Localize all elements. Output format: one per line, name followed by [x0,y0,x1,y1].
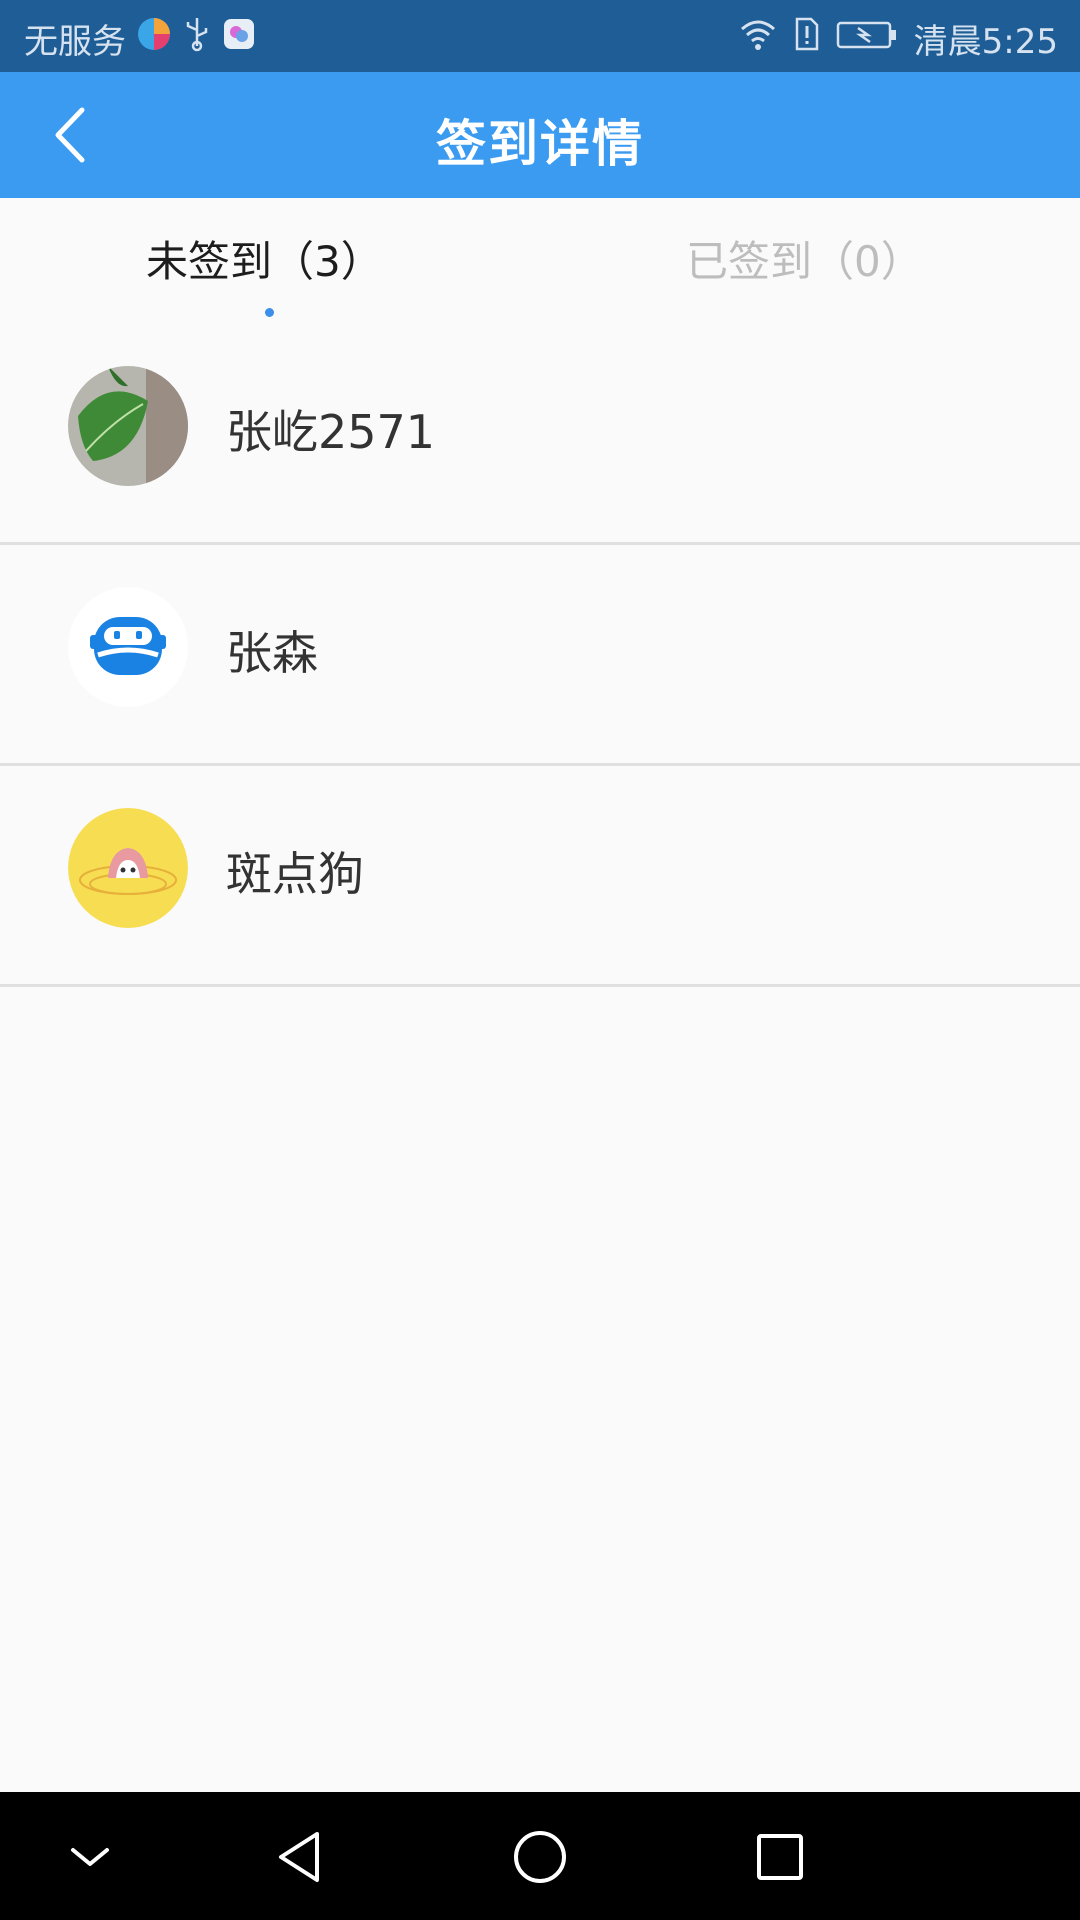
member-list: 张屹2571 张森 斑点狗 [0,324,1080,987]
list-item[interactable]: 张森 [0,545,1080,766]
status-left: 无服务 [24,14,256,63]
sim-alert-icon [794,16,820,61]
chevron-down-icon [71,1848,109,1866]
tab-indicator [265,308,274,317]
status-right: 清晨5:25 [738,14,1058,63]
tab-bar: 未签到（3） 已签到（0） [0,198,1080,324]
leaf-photo-avatar [68,366,188,486]
system-nav-bar [0,1792,1080,1920]
nav-home-button[interactable] [505,1822,575,1892]
carrier-text: 无服务 [24,22,126,62]
nav-recents-button[interactable] [745,1822,815,1892]
member-name: 斑点狗 [226,847,364,901]
app-bar: 签到详情 [0,72,1080,198]
wifi-icon [738,17,778,60]
browser-app-icon [136,16,172,61]
list-item[interactable]: 斑点狗 [0,766,1080,987]
square-recents-icon [757,1834,803,1880]
circle-home-icon [514,1831,566,1883]
yellow-cartoon-avatar [68,808,188,928]
app-notification-icon [222,17,256,60]
status-bar: 无服务 清晨5:25 [0,0,1080,72]
list-item[interactable]: 张屹2571 [0,324,1080,545]
battery-charging-icon [836,19,898,59]
hide-nav-button[interactable] [55,1822,125,1892]
tab-not-signed[interactable]: 未签到（3） [146,228,383,289]
clock-text: 清晨5:25 [913,22,1058,62]
tab-signed[interactable]: 已签到（0） [686,228,923,289]
blue-robot-avatar [68,587,188,707]
nav-back-button[interactable] [265,1822,335,1892]
member-name: 张森 [226,626,318,680]
usb-icon [182,16,212,61]
triangle-back-icon [279,1832,319,1882]
page-title: 签到详情 [436,115,644,173]
member-name: 张屹2571 [226,405,436,459]
